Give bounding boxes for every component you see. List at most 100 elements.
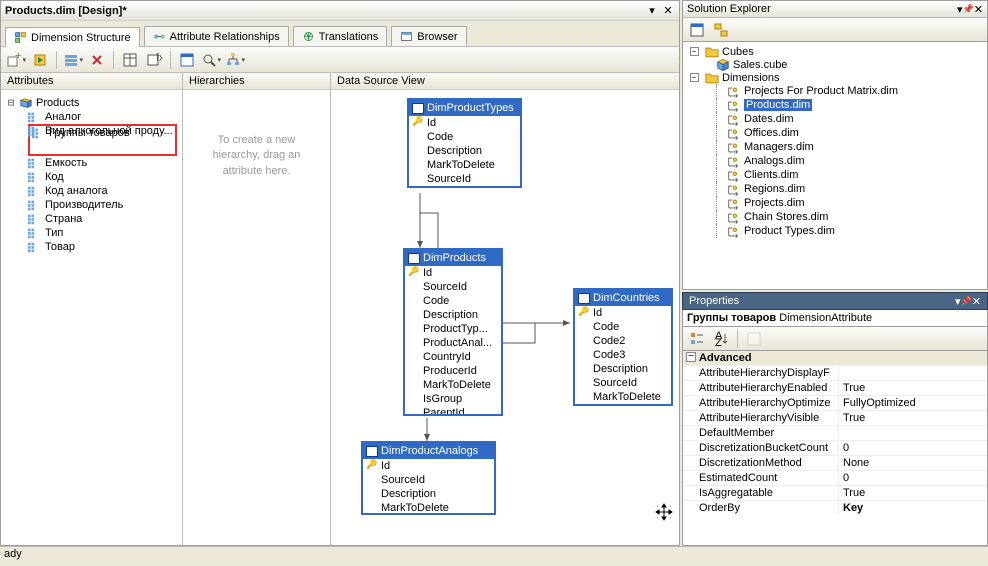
move-handle-icon[interactable] bbox=[655, 503, 673, 521]
sol-dim-item[interactable]: Products.dim bbox=[686, 98, 984, 112]
view-button[interactable]: ▾ bbox=[62, 49, 84, 71]
table-column[interactable]: Description bbox=[575, 362, 671, 376]
table-dimproductanalogs[interactable]: DimProductAnalogs IdSourceIdDescriptionM… bbox=[361, 441, 496, 515]
prop-row[interactable]: EstimatedCount0 bbox=[683, 470, 987, 485]
table-column[interactable]: Id bbox=[405, 266, 501, 280]
table-column[interactable]: Code3 bbox=[575, 348, 671, 362]
attr-item[interactable]: Тип bbox=[28, 226, 177, 240]
prop-row[interactable]: AttributeHierarchyDisplayF bbox=[683, 365, 987, 380]
sol-dim-item[interactable]: Projects For Product Matrix.dim bbox=[686, 84, 984, 98]
add-bi-button[interactable]: +▾ bbox=[5, 49, 27, 71]
table-dimproducts[interactable]: DimProducts IdSourceIdCodeDescriptionPro… bbox=[403, 248, 503, 416]
hierarchies-body[interactable]: To create a new hierarchy, drag an attri… bbox=[183, 90, 330, 545]
table-column[interactable]: Code bbox=[405, 294, 501, 308]
pin-icon[interactable]: 📌 bbox=[961, 296, 972, 307]
properties-grid[interactable]: Advanced AttributeHierarchyDisplayFAttri… bbox=[682, 351, 988, 546]
prop-row[interactable]: DiscretizationMethodNone bbox=[683, 455, 987, 470]
attr-item[interactable]: Код аналога bbox=[28, 184, 177, 198]
table-column[interactable]: Description bbox=[409, 144, 520, 158]
dropdown-icon[interactable]: ▾ bbox=[645, 4, 659, 18]
sol-dim-item[interactable]: Dates.dim bbox=[686, 112, 984, 126]
sol-dim-item[interactable]: Clients.dim bbox=[686, 168, 984, 182]
attr-item[interactable]: Емкость bbox=[28, 156, 177, 170]
attr-item[interactable]: Аналог bbox=[28, 110, 177, 124]
table-column[interactable]: ProducerId bbox=[405, 364, 501, 378]
table-column[interactable]: ProductTyp... bbox=[405, 322, 501, 336]
process-button[interactable] bbox=[29, 49, 51, 71]
prop-row[interactable]: OrderByKey bbox=[683, 500, 987, 515]
prop-row[interactable]: AttributeHierarchyEnabledTrue bbox=[683, 380, 987, 395]
sol-dim-item[interactable]: Analogs.dim bbox=[686, 154, 984, 168]
sol-dim-item[interactable]: Product Types.dim bbox=[686, 224, 984, 238]
table-column[interactable]: Id bbox=[575, 306, 671, 320]
categorized-button[interactable] bbox=[686, 328, 708, 350]
table-column[interactable]: ParentId bbox=[405, 406, 501, 416]
attr-item[interactable]: Товар bbox=[28, 240, 177, 254]
table-header[interactable]: DimProductTypes bbox=[409, 100, 520, 116]
properties-object[interactable]: Группы товаров DimensionAttribute bbox=[682, 310, 988, 327]
named-calc-button[interactable]: fx bbox=[143, 49, 165, 71]
table-column[interactable]: MarkToDelete bbox=[363, 501, 494, 515]
table-column[interactable]: Code bbox=[575, 320, 671, 334]
tree-button[interactable]: ▾ bbox=[224, 49, 246, 71]
delete-button[interactable] bbox=[86, 49, 108, 71]
attr-item[interactable]: Производитель bbox=[28, 198, 177, 212]
property-pages-button[interactable] bbox=[743, 328, 765, 350]
table-column[interactable]: SourceId bbox=[575, 376, 671, 390]
pin-icon[interactable]: 📌 bbox=[963, 4, 974, 15]
sol-node-dimensions[interactable]: − Dimensions bbox=[686, 71, 984, 84]
table-header[interactable]: DimProductAnalogs bbox=[363, 443, 494, 459]
sol-dim-item[interactable]: Regions.dim bbox=[686, 182, 984, 196]
table-column[interactable]: IsGroup bbox=[405, 392, 501, 406]
sol-dim-item[interactable]: Offices.dim bbox=[686, 126, 984, 140]
attr-item[interactable]: Страна bbox=[28, 212, 177, 226]
table-column[interactable]: MarkToDelete bbox=[575, 390, 671, 404]
properties-button[interactable] bbox=[686, 19, 708, 41]
table-column[interactable]: ProductAnal... bbox=[405, 336, 501, 350]
attr-item[interactable]: Код bbox=[28, 170, 177, 184]
tab-dimension-structure[interactable]: Dimension Structure bbox=[5, 27, 140, 47]
sol-dim-item[interactable]: Managers.dim bbox=[686, 140, 984, 154]
sol-node-cubes[interactable]: − Cubes bbox=[686, 45, 984, 58]
alphabetical-button[interactable]: AZ bbox=[710, 328, 732, 350]
attr-root-node[interactable]: ⊟ Products bbox=[6, 95, 177, 110]
table-column[interactable]: Id bbox=[409, 116, 520, 130]
prop-category[interactable]: Advanced bbox=[683, 351, 987, 365]
table-column[interactable]: SourceId bbox=[409, 172, 520, 186]
sol-dim-item[interactable]: Projects.dim bbox=[686, 196, 984, 210]
close-icon[interactable]: ✕ bbox=[661, 4, 675, 18]
table-column[interactable]: SourceId bbox=[405, 280, 501, 294]
table-column[interactable]: Code bbox=[409, 130, 520, 144]
close-icon[interactable]: ✕ bbox=[972, 295, 981, 308]
table-column[interactable]: Description bbox=[405, 308, 501, 322]
dsv-body[interactable]: DimProductTypes IdCodeDescriptionMarkToD… bbox=[331, 90, 679, 545]
table-column[interactable]: MarkToDelete bbox=[409, 158, 520, 172]
table-dimproducttypes[interactable]: DimProductTypes IdCodeDescriptionMarkToD… bbox=[407, 98, 522, 188]
table-column[interactable]: SourceId bbox=[363, 473, 494, 487]
tab-translations[interactable]: Translations bbox=[293, 26, 388, 46]
prop-row[interactable]: AttributeHierarchyOptimizeFullyOptimized bbox=[683, 395, 987, 410]
prop-row[interactable]: DiscretizationBucketCount0 bbox=[683, 440, 987, 455]
table-dimcountries[interactable]: DimCountries IdCodeCode2Code3Description… bbox=[573, 288, 673, 406]
table-column[interactable]: MarkToDelete bbox=[405, 378, 501, 392]
table-header[interactable]: DimProducts bbox=[405, 250, 501, 266]
tab-browser[interactable]: Browser bbox=[391, 26, 466, 46]
show-all-button[interactable] bbox=[710, 19, 732, 41]
sol-dim-item[interactable]: Chain Stores.dim bbox=[686, 210, 984, 224]
collapse-icon[interactable]: − bbox=[690, 47, 699, 56]
solution-tree[interactable]: − Cubes Sales.cube − Dimensions Projects… bbox=[682, 42, 988, 290]
table-column[interactable]: Id bbox=[363, 459, 494, 473]
close-icon[interactable]: ✕ bbox=[974, 3, 983, 16]
show-table-button[interactable] bbox=[176, 49, 198, 71]
table-column[interactable]: Description bbox=[363, 487, 494, 501]
collapse-icon[interactable]: ⊟ bbox=[6, 96, 16, 109]
table-column[interactable]: Code2 bbox=[575, 334, 671, 348]
zoom-button[interactable]: ▾ bbox=[200, 49, 222, 71]
table-button[interactable] bbox=[119, 49, 141, 71]
prop-row[interactable]: DefaultMember bbox=[683, 425, 987, 440]
attributes-body[interactable]: ⊟ Products АналогВид алкогольной проду..… bbox=[1, 90, 182, 545]
sol-node-sales-cube[interactable]: Sales.cube bbox=[686, 58, 984, 71]
prop-row[interactable]: AttributeHierarchyVisibleTrue bbox=[683, 410, 987, 425]
table-header[interactable]: DimCountries bbox=[575, 290, 671, 306]
tab-attribute-relationships[interactable]: Attribute Relationships bbox=[144, 26, 289, 46]
